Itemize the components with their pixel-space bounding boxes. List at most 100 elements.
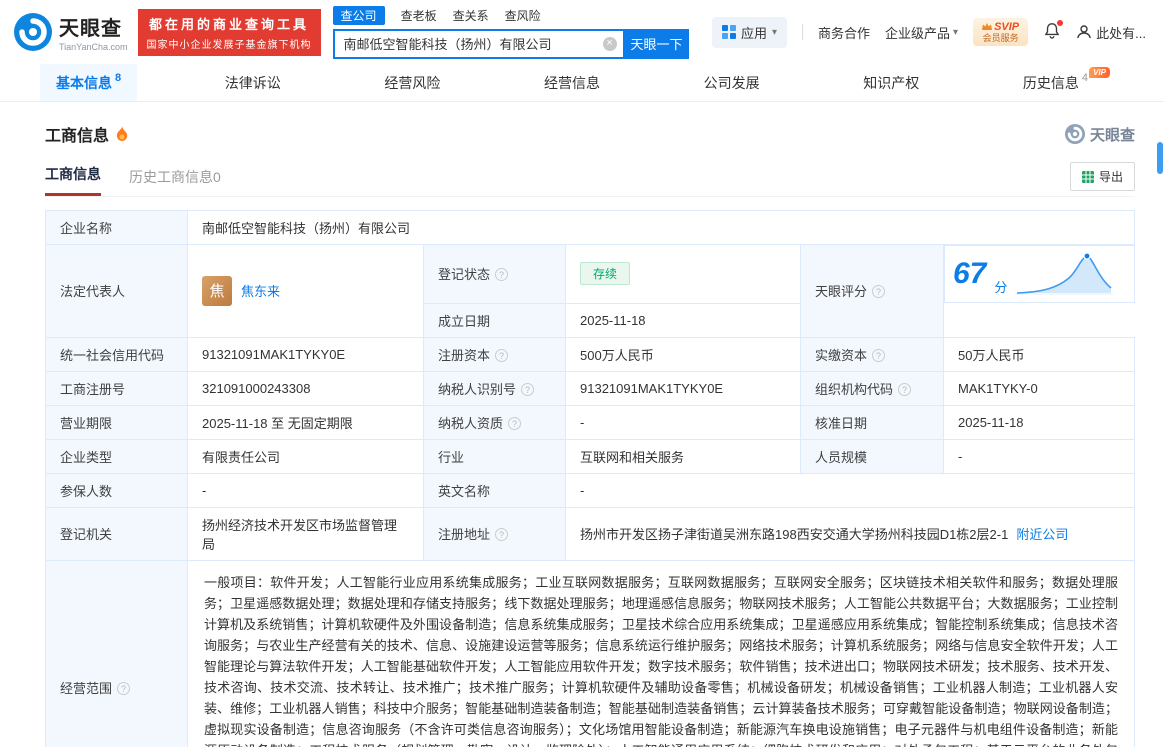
search-tab-risk[interactable]: 查风险 [505,7,541,24]
export-label: 导出 [1099,168,1123,185]
company-name-label: 企业名称 [46,211,188,245]
notification-bell-icon[interactable] [1043,22,1061,43]
logo-text: 天眼查 [59,12,128,41]
tab-label: 法律诉讼 [225,73,281,93]
tab-history-info[interactable]: 历史信息 4 VIP [1007,64,1104,101]
field-label: 实缴资本 [815,348,867,363]
user-account[interactable]: 此处有... [1076,23,1146,42]
company-name-value: 南邮低空智能科技（扬州）有限公司 [188,211,1135,245]
score-curve-chart [1015,248,1113,300]
search-input-wrap: × [333,29,625,59]
field-label: 纳税人识别号 [438,382,516,397]
apps-label: 应用 [741,23,767,42]
promo-banner: 都在用的商业查询工具 国家中小企业发展子基金旗下机构 [138,9,321,56]
company-type-value: 有限责任公司 [188,439,424,473]
vip-badge: VIP [1089,67,1110,78]
legal-rep-name-link[interactable]: 焦东来 [241,281,280,300]
help-icon[interactable]: ? [872,285,885,298]
search-tabs: 查公司 查老板 查关系 查风险 [333,6,689,25]
legal-rep-avatar[interactable]: 焦 [202,276,232,306]
tab-label: 历史信息 [1023,73,1079,93]
table-row: 法定代表人 焦 焦东来 登记状态? 存续 天眼评分? 67 [46,245,1135,304]
clear-search-icon[interactable]: × [603,37,617,51]
business-info-table: 企业名称 南邮低空智能科技（扬州）有限公司 法定代表人 焦 焦东来 登记状态? … [45,210,1135,747]
notification-dot [1057,20,1063,26]
insured-count-label: 参保人数 [46,473,188,507]
table-row: 经营范围? 一般项目：软件开发；人工智能行业应用系统集成服务；工业互联网数据服务… [46,560,1135,747]
help-icon[interactable]: ? [508,417,521,430]
reg-authority-value: 扬州经济技术开发区市场监督管理局 [188,507,424,560]
tianyancha-logo-icon [14,13,52,51]
table-row: 参保人数 - 英文名称 - [46,473,1135,507]
tab-business-info[interactable]: 经营信息 [528,64,616,101]
search-tab-relation[interactable]: 查关系 [453,7,489,24]
nearby-companies-link[interactable]: 附近公司 [1016,527,1068,542]
enterprise-product-link[interactable]: 企业级产品 ▾ [885,23,958,42]
company-type-label: 企业类型 [46,439,188,473]
export-excel-icon [1082,171,1094,183]
tianyan-score-cell[interactable]: 67 分 [944,245,1135,303]
org-code-label: 组织机构代码? [801,371,944,405]
search-tab-boss[interactable]: 查老板 [401,7,437,24]
table-row: 统一社会信用代码 91321091MAK1TYKY0E 注册资本? 500万人民… [46,337,1135,371]
tab-label: 基本信息 [56,73,112,93]
reg-status-value: 存续 [566,245,801,304]
help-icon[interactable]: ? [495,349,508,362]
top-header: 天眼查 TianYanCha.com 都在用的商业查询工具 国家中小企业发展子基… [0,0,1164,64]
subtab-history-business-info[interactable]: 历史工商信息0 [129,167,221,196]
search-button[interactable]: 天眼一下 [625,29,689,59]
export-button[interactable]: 导出 [1070,162,1135,191]
apps-button[interactable]: 应用 ▾ [712,17,787,48]
business-term-value: 2025-11-18 至 无固定期限 [188,405,424,439]
search-input[interactable] [344,36,603,51]
address-label: 注册地址? [424,507,566,560]
tab-company-development[interactable]: 公司发展 [688,64,776,101]
approval-date-label: 核准日期 [801,405,944,439]
uscc-label: 统一社会信用代码 [46,337,188,371]
establish-date-value: 2025-11-18 [566,303,801,337]
watermark-text: 天眼查 [1090,124,1135,145]
tab-basic-info[interactable]: 基本信息 8 [40,64,137,101]
search-tab-company[interactable]: 查公司 [333,6,385,25]
tab-label: 公司发展 [704,73,760,93]
field-label: 天眼评分 [815,284,867,299]
tianyancha-logo[interactable]: 天眼查 TianYanCha.com [14,12,128,52]
svip-member-badge[interactable]: SVIP 会员服务 [973,18,1028,47]
score-label: 天眼评分? [801,245,944,338]
main-content: 工商信息 天眼查 工商信息 历史工商信息0 [0,122,1164,747]
help-icon[interactable]: ? [117,682,130,695]
banner-line2: 国家中小企业发展子基金旗下机构 [147,36,312,51]
svip-sublabel: 会员服务 [982,34,1019,44]
taxpayer-quality-value: - [566,405,801,439]
score-unit: 分 [994,277,1007,296]
tab-label: 经营信息 [544,73,600,93]
table-row: 工商注册号 321091000243308 纳税人识别号? 91321091MA… [46,371,1135,405]
tab-intellectual-property[interactable]: 知识产权 [847,64,935,101]
tianyancha-watermark: 天眼查 [1065,124,1135,145]
tab-business-risk[interactable]: 经营风险 [368,64,456,101]
address-text: 扬州市开发区扬子津街道吴洲东路198西安交通大学扬州科技园D1栋2层2-1 [580,527,1008,542]
app-grid-icon [722,25,736,39]
subtab-business-info[interactable]: 工商信息 [45,164,101,196]
help-icon[interactable]: ? [521,383,534,396]
table-row: 营业期限 2025-11-18 至 无固定期限 纳税人资质? - 核准日期 20… [46,405,1135,439]
field-label: 登记状态 [438,267,490,282]
help-icon[interactable]: ? [898,383,911,396]
tab-legal-proceedings[interactable]: 法律诉讼 [209,64,297,101]
reg-status-label: 登记状态? [424,245,566,304]
help-icon[interactable]: ? [495,528,508,541]
scrollbar-thumb[interactable] [1157,142,1163,174]
address-value: 扬州市开发区扬子津街道吴洲东路198西安交通大学扬州科技园D1栋2层2-1 附近公… [566,507,1135,560]
help-icon[interactable]: ? [495,268,508,281]
field-label: 经营范围 [60,681,112,696]
tianyancha-company-page: 天眼查 TianYanCha.com 都在用的商业查询工具 国家中小企业发展子基… [0,0,1164,747]
help-icon[interactable]: ? [872,349,885,362]
table-row: 企业名称 南邮低空智能科技（扬州）有限公司 [46,211,1135,245]
business-term-label: 营业期限 [46,405,188,439]
business-cooperation-link[interactable]: 商务合作 [818,23,870,42]
industry-label: 行业 [424,439,566,473]
reg-capital-label: 注册资本? [424,337,566,371]
watermark-logo-icon [1065,124,1085,144]
table-row: 企业类型 有限责任公司 行业 互联网和相关服务 人员规模 - [46,439,1135,473]
org-code-value: MAK1TYKY-0 [944,371,1135,405]
